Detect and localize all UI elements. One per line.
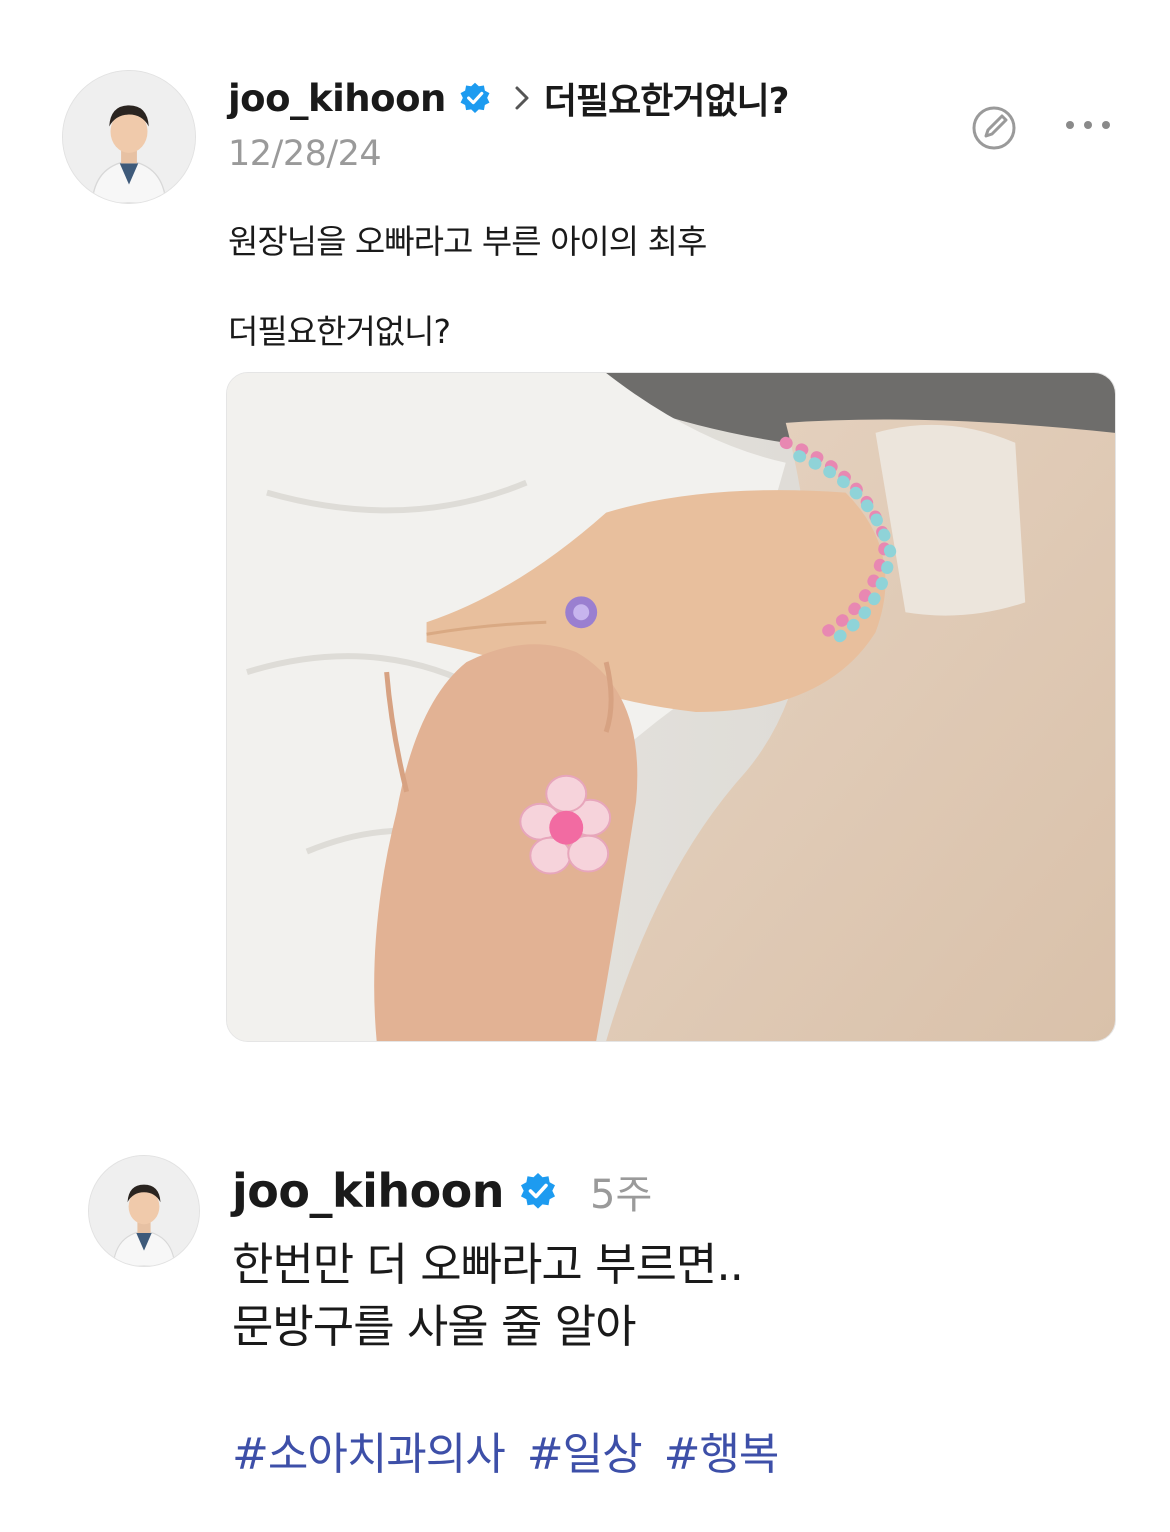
edit-icon[interactable] [968,102,1020,154]
post-header: joo_kihoon 더필요한거없니? [228,72,790,124]
post-author-avatar[interactable] [62,70,196,204]
hashtag-link[interactable]: #소아치과의사 [232,1418,506,1482]
reply-text-line: 문방구를 사올 줄 알아 [232,1300,637,1353]
hashtag-link[interactable]: #행복 [664,1418,780,1482]
verified-badge-icon [518,1171,558,1211]
doctor-avatar-icon [63,71,195,203]
reply-author-avatar[interactable] [88,1155,200,1267]
doctor-avatar-icon [89,1156,199,1266]
post-date: 12/28/24 [228,134,382,174]
chevron-right-icon [512,83,532,113]
more-options-icon[interactable] [1058,110,1118,140]
post-username[interactable]: joo_kihoon [228,77,446,120]
reply-username[interactable]: joo_kihoon [232,1164,505,1218]
post-text-line: 원장님을 오빠라고 부른 아이의 최후 [228,222,707,261]
reply-header: joo_kihoon 5주 [232,1162,652,1220]
reply-timestamp: 5주 [590,1172,653,1218]
post-photo[interactable] [226,372,1116,1042]
verified-badge-icon [458,81,492,115]
thread-title[interactable]: 더필요한거없니? [544,72,790,124]
hashtag-link[interactable]: #일상 [527,1418,643,1482]
hands-photo-icon [227,373,1115,1041]
reply-text-line: 한번만 더 오빠라고 부르면.. [232,1238,744,1291]
hashtag-list: #소아치과의사 #일상 #행복 [232,1418,780,1482]
post-text-line: 더필요한거없니? [228,312,451,351]
